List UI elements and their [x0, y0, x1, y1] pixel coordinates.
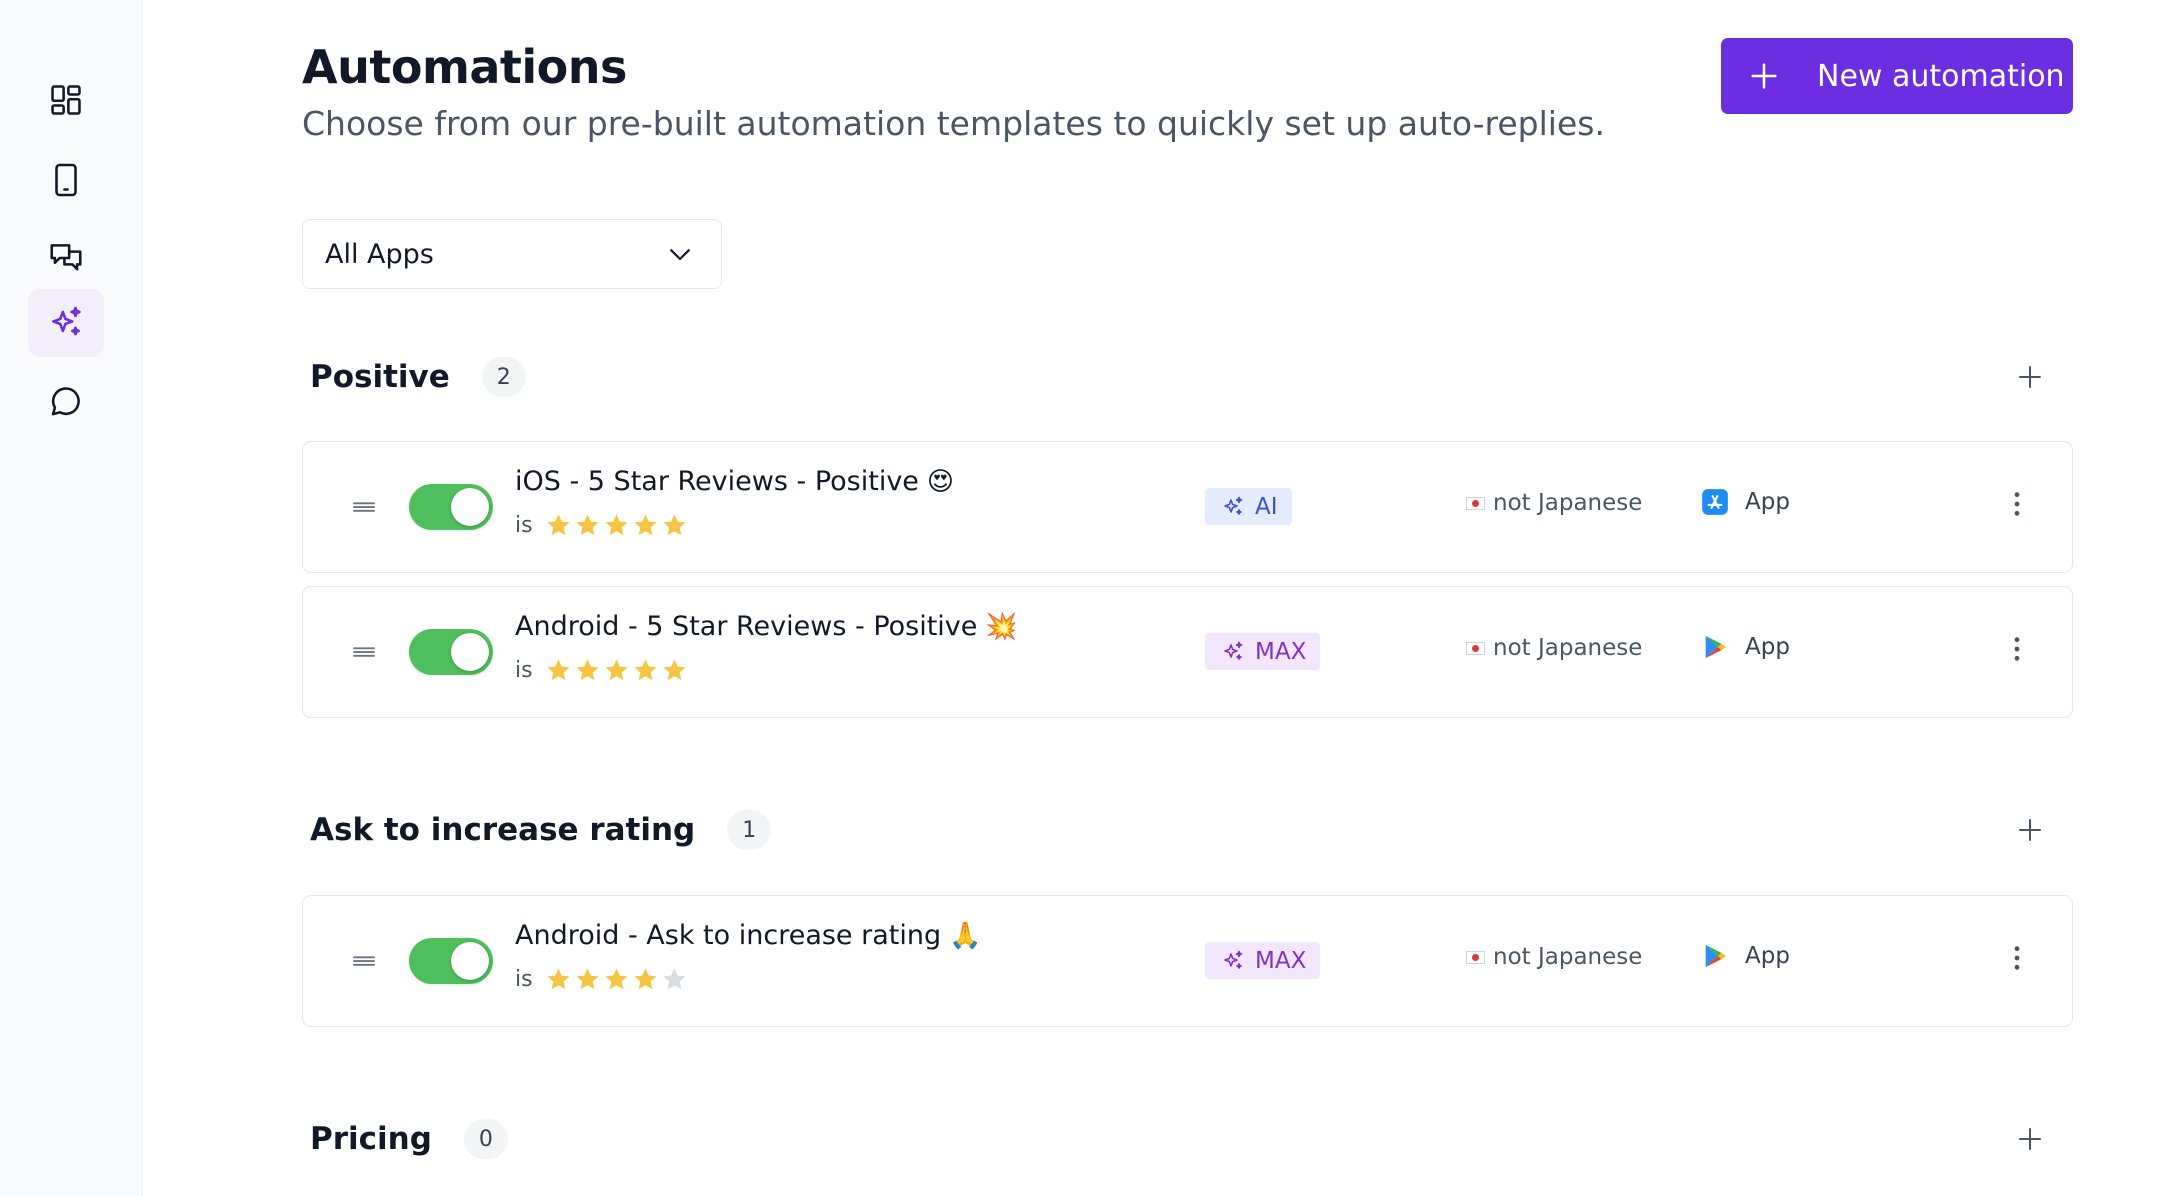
plus-icon — [2019, 1128, 2041, 1150]
condition-label: is — [515, 658, 533, 683]
plus-icon — [2019, 366, 2041, 388]
store-indicator: App — [1701, 633, 1790, 661]
section-title: Ask to increase rating — [310, 812, 696, 848]
language-condition: not Japanese — [1466, 635, 1642, 661]
enable-toggle[interactable] — [409, 484, 493, 530]
automation-title: Android - 5 Star Reviews - Positive 💥 — [515, 611, 1018, 642]
drag-handle-icon[interactable] — [349, 492, 379, 522]
add-automation-button[interactable] — [2010, 357, 2050, 397]
star-filled-icon — [576, 659, 599, 681]
automation-title: iOS - 5 Star Reviews - Positive 😍 — [515, 466, 955, 497]
sparkles-icon — [1224, 496, 1243, 515]
star-filled-icon — [605, 659, 628, 681]
model-badge: AI — [1205, 488, 1292, 525]
app-filter-value: All Apps — [325, 238, 434, 270]
japan-flag-icon — [1466, 950, 1485, 964]
star-filled-icon — [634, 968, 657, 990]
star-filled-icon — [576, 514, 599, 536]
store-indicator: App — [1701, 942, 1790, 970]
page-title: Automations — [302, 40, 627, 94]
nav-devices[interactable] — [28, 146, 104, 214]
enable-toggle[interactable] — [409, 938, 493, 984]
condition-label: is — [515, 967, 533, 992]
page-subtitle: Choose from our pre-built automation tem… — [302, 104, 1605, 143]
more-options-icon[interactable] — [2007, 633, 2027, 665]
nav-dashboard[interactable] — [28, 66, 104, 134]
star-filled-icon — [663, 659, 686, 681]
rating-condition: is — [515, 966, 688, 993]
nav-chat[interactable] — [28, 368, 104, 436]
title-emoji: 💥 — [985, 612, 1018, 642]
automation-card[interactable]: Android - Ask to increase rating 🙏 is MAX… — [302, 895, 2073, 1027]
star-filled-icon — [547, 659, 570, 681]
section-header-positive: Positive 2 — [310, 352, 2072, 402]
star-filled-icon — [605, 968, 628, 990]
more-options-icon[interactable] — [2007, 942, 2027, 974]
sidebar — [0, 0, 143, 1196]
section-header-ask-to-increase-rating: Ask to increase rating 1 — [310, 805, 2072, 855]
store-indicator: App — [1701, 488, 1790, 516]
automation-card[interactable]: Android - 5 Star Reviews - Positive 💥 is … — [302, 586, 2073, 718]
more-options-icon[interactable] — [2007, 488, 2027, 520]
title-emoji: 🙏 — [949, 921, 982, 951]
automation-title: Android - Ask to increase rating 🙏 — [515, 920, 982, 951]
language-condition: not Japanese — [1466, 944, 1642, 970]
japan-flag-icon — [1466, 496, 1485, 510]
sparkles-icon — [1224, 641, 1243, 660]
drag-handle-icon[interactable] — [349, 946, 379, 976]
add-automation-button[interactable] — [2010, 810, 2050, 850]
google-play-icon — [1705, 944, 1727, 968]
sparkles-icon — [52, 306, 81, 336]
star-filled-icon — [634, 514, 657, 536]
star-rating — [545, 657, 688, 684]
new-automation-label: New automation — [1817, 58, 2065, 94]
plus-icon — [2019, 819, 2041, 841]
language-condition: not Japanese — [1466, 490, 1642, 516]
section-count-badge: 0 — [463, 1119, 508, 1159]
enable-toggle[interactable] — [409, 629, 493, 675]
condition-label: is — [515, 513, 533, 538]
rating-condition: is — [515, 657, 688, 684]
chat-bubble-icon — [51, 387, 80, 416]
sparkles-icon — [1224, 950, 1243, 969]
section-count-badge: 1 — [727, 810, 772, 850]
app-store-icon — [1702, 489, 1728, 515]
star-filled-icon — [576, 968, 599, 990]
new-automation-button[interactable]: New automation — [1721, 38, 2073, 114]
star-rating — [545, 512, 688, 539]
plus-icon — [1751, 63, 1777, 89]
device-icon — [55, 163, 77, 197]
japan-flag-icon — [1466, 641, 1485, 655]
star-filled-icon — [605, 514, 628, 536]
model-badge: MAX — [1205, 633, 1321, 670]
nav-messages[interactable] — [28, 224, 104, 292]
section-count-badge: 2 — [481, 357, 526, 397]
add-automation-button[interactable] — [2010, 1119, 2050, 1159]
dashboard-icon — [51, 85, 81, 115]
section-title: Pricing — [310, 1121, 432, 1157]
section-header-pricing: Pricing 0 — [310, 1114, 2072, 1164]
google-play-icon — [1705, 635, 1727, 659]
chevron-down-icon — [670, 249, 690, 261]
nav-automations[interactable] — [28, 289, 104, 357]
model-badge: MAX — [1205, 942, 1321, 979]
section-title: Positive — [310, 359, 450, 395]
star-rating — [545, 966, 688, 993]
rating-condition: is — [515, 512, 688, 539]
drag-handle-icon[interactable] — [349, 637, 379, 667]
star-filled-icon — [547, 514, 570, 536]
messages-icon — [50, 244, 82, 271]
title-emoji: 😍 — [926, 467, 955, 497]
star-filled-icon — [663, 514, 686, 536]
star-filled-icon — [634, 659, 657, 681]
automation-card[interactable]: iOS - 5 Star Reviews - Positive 😍 is AI n… — [302, 441, 2073, 573]
app-filter-select[interactable]: All Apps — [302, 219, 722, 289]
star-filled-icon — [547, 968, 570, 990]
star-empty-icon — [663, 968, 686, 990]
